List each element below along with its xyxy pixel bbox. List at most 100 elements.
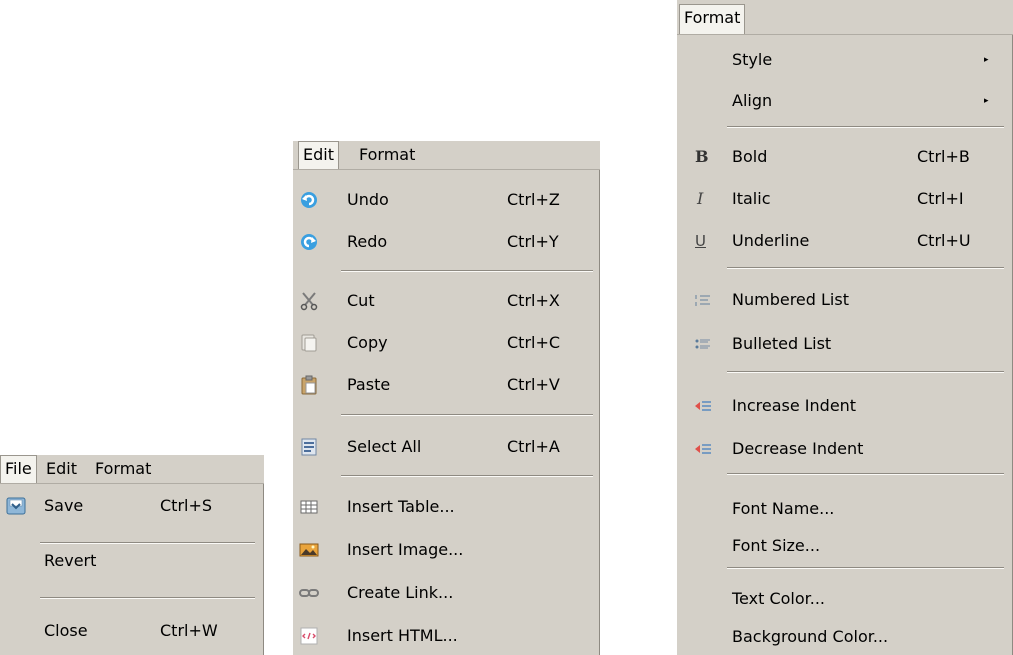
menu-item-label: Decrease Indent <box>732 439 864 458</box>
menu-separator <box>727 473 1004 475</box>
menubar-format[interactable]: Format <box>91 455 155 483</box>
menu-item-label: Redo <box>347 232 388 251</box>
menu-item-shortcut: Ctrl+V <box>507 375 560 394</box>
copy-icon <box>299 333 319 353</box>
menubar: Format <box>677 0 1013 35</box>
menu-item-label: Insert Table... <box>347 497 455 516</box>
menu-item-create-link[interactable]: Create Link... <box>293 579 599 607</box>
menu-item-bold[interactable]: B Bold Ctrl+B <box>677 143 1012 171</box>
menu-item-text-color[interactable]: Text Color... <box>677 585 1012 613</box>
menu-item-shortcut: Ctrl+W <box>160 621 218 640</box>
menu-item-label: Bulleted List <box>732 334 832 353</box>
format-menu-panel: Format Style ▸ Align ▸ B Bold Ctrl+B I I… <box>677 0 1013 655</box>
menu-item-revert[interactable]: Revert <box>0 547 263 575</box>
italic-icon: I <box>697 189 704 208</box>
menu-item-insert-image[interactable]: Insert Image... <box>293 536 599 564</box>
scissors-icon <box>299 291 319 311</box>
menu-item-undo[interactable]: Undo Ctrl+Z <box>293 186 599 214</box>
menu-item-font-size[interactable]: Font Size... <box>677 532 1012 560</box>
redo-icon <box>299 232 319 252</box>
menu-item-label: Text Color... <box>732 589 826 608</box>
menu-item-numbered-list[interactable]: Numbered List <box>677 286 1012 314</box>
menu-item-shortcut: Ctrl+U <box>917 231 971 250</box>
menu-item-label: Style <box>732 50 773 69</box>
menu-item-label: Save <box>44 496 84 515</box>
menu-item-label: Font Name... <box>732 499 835 518</box>
menubar-format-label: Format <box>684 8 741 27</box>
menu-item-label: Italic <box>732 189 771 208</box>
menu-item-label: Insert Image... <box>347 540 464 559</box>
html-icon <box>299 626 319 646</box>
menu-item-save[interactable]: Save Ctrl+S <box>0 492 263 520</box>
menu-item-increase-indent[interactable]: Increase Indent <box>677 392 1012 420</box>
menu-item-bulleted-list[interactable]: Bulleted List <box>677 330 1012 358</box>
menu-item-paste[interactable]: Paste Ctrl+V <box>293 371 599 399</box>
menu-item-label: Select All <box>347 437 422 456</box>
menu-item-shortcut: Ctrl+Y <box>507 232 559 251</box>
menu-separator <box>727 371 1004 373</box>
menubar-format-label: Format <box>95 459 152 478</box>
file-menu: Save Ctrl+S Revert Close Ctrl+W <box>0 484 264 655</box>
file-menu-panel: File Edit Format Save Ctrl+S Revert Clos… <box>0 455 264 655</box>
numbered-list-icon <box>693 290 713 310</box>
menu-separator <box>727 267 1004 269</box>
menubar-file[interactable]: File <box>0 455 37 483</box>
menu-separator <box>40 597 255 599</box>
menu-item-select-all[interactable]: Select All Ctrl+A <box>293 433 599 461</box>
menu-item-background-color[interactable]: Background Color... <box>677 623 1012 651</box>
select-all-icon <box>299 437 319 457</box>
menu-separator <box>341 414 593 416</box>
menubar-edit[interactable]: Edit <box>42 455 81 483</box>
menu-separator <box>40 542 255 544</box>
menu-item-label: Cut <box>347 291 375 310</box>
menu-item-close[interactable]: Close Ctrl+W <box>0 617 263 645</box>
menu-item-label: Insert HTML... <box>347 626 458 645</box>
menu-separator <box>727 567 1004 569</box>
image-icon <box>299 540 319 560</box>
menu-item-font-name[interactable]: Font Name... <box>677 495 1012 523</box>
menu-item-label: Create Link... <box>347 583 454 602</box>
menu-item-shortcut: Ctrl+Z <box>507 190 560 209</box>
increase-indent-icon <box>693 396 713 416</box>
menu-item-label: Close <box>44 621 88 640</box>
menu-item-cut[interactable]: Cut Ctrl+X <box>293 287 599 315</box>
menu-item-shortcut: Ctrl+A <box>507 437 560 456</box>
menubar-edit[interactable]: Edit <box>298 141 339 169</box>
menu-item-label: Paste <box>347 375 391 394</box>
link-icon <box>299 583 319 603</box>
menu-item-style[interactable]: Style ▸ <box>677 46 1012 74</box>
menu-item-decrease-indent[interactable]: Decrease Indent <box>677 435 1012 463</box>
menu-separator <box>341 475 593 477</box>
menu-item-insert-table[interactable]: Insert Table... <box>293 493 599 521</box>
save-icon <box>6 496 26 516</box>
bulleted-list-icon <box>693 334 713 354</box>
menu-item-label: Undo <box>347 190 389 209</box>
submenu-arrow-icon: ▸ <box>984 55 989 65</box>
menu-item-copy[interactable]: Copy Ctrl+C <box>293 329 599 357</box>
menu-item-redo[interactable]: Redo Ctrl+Y <box>293 228 599 256</box>
menu-separator <box>727 126 1004 128</box>
menu-separator <box>341 270 593 272</box>
menu-item-italic[interactable]: I Italic Ctrl+I <box>677 185 1012 213</box>
edit-menu-panel: Edit Format Undo Ctrl+Z Redo Ctrl+Y Cut <box>293 141 600 655</box>
menu-item-label: Background Color... <box>732 627 889 646</box>
menu-item-label: Underline <box>732 231 810 250</box>
menubar-edit-label: Edit <box>46 459 77 478</box>
menu-item-insert-html[interactable]: Insert HTML... <box>293 622 599 650</box>
menu-item-underline[interactable]: U Underline Ctrl+U <box>677 227 1012 255</box>
underline-icon: U <box>695 232 706 250</box>
menu-item-shortcut: Ctrl+S <box>160 496 213 515</box>
menu-item-label: Copy <box>347 333 388 352</box>
menu-item-label: Numbered List <box>732 290 849 309</box>
menubar-file-label: File <box>5 459 32 478</box>
menu-item-shortcut: Ctrl+X <box>507 291 560 310</box>
menu-item-label: Revert <box>44 551 97 570</box>
menubar-format[interactable]: Format <box>355 141 419 169</box>
menubar-format[interactable]: Format <box>679 4 746 34</box>
paste-icon <box>299 375 319 395</box>
decrease-indent-icon <box>693 439 713 459</box>
menu-item-align[interactable]: Align ▸ <box>677 87 1012 115</box>
submenu-arrow-icon: ▸ <box>984 96 989 106</box>
menu-item-label: Increase Indent <box>732 396 857 415</box>
menubar: Edit Format <box>293 141 600 170</box>
